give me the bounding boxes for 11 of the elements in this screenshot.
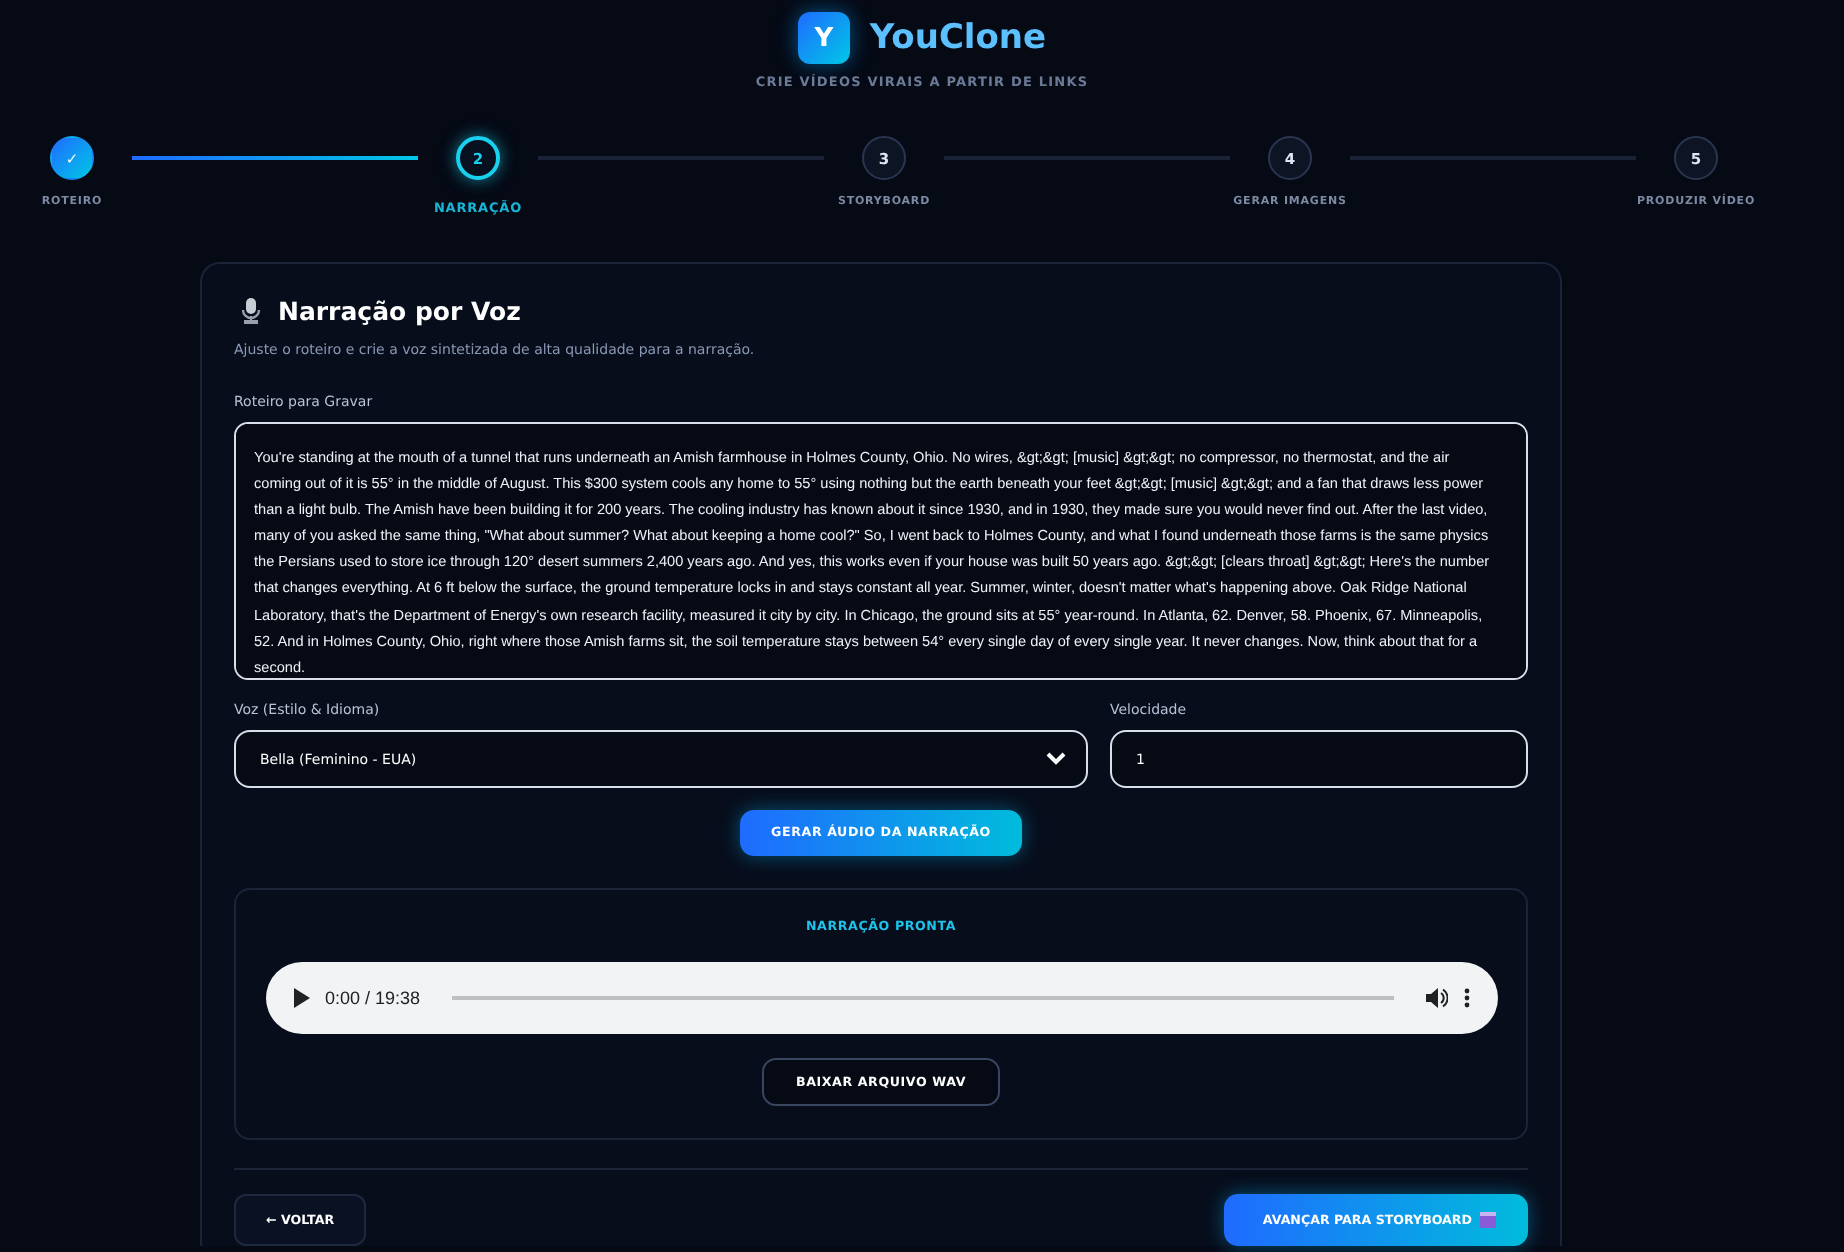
- chevron-down-icon: [1046, 752, 1066, 766]
- play-icon[interactable]: [293, 988, 309, 1008]
- app-title: YouClone: [869, 18, 1047, 58]
- audio-player[interactable]: 0:00 / 19:38: [265, 962, 1497, 1034]
- film-icon: [1480, 1212, 1496, 1228]
- card-title: Narração por Voz: [278, 296, 521, 326]
- microphone-icon: [240, 298, 262, 324]
- audio-time: 0:00 / 19:38: [325, 988, 421, 1008]
- more-options-icon[interactable]: [1463, 988, 1469, 1008]
- logo-icon: Y: [797, 12, 850, 64]
- volume-icon[interactable]: [1425, 988, 1447, 1008]
